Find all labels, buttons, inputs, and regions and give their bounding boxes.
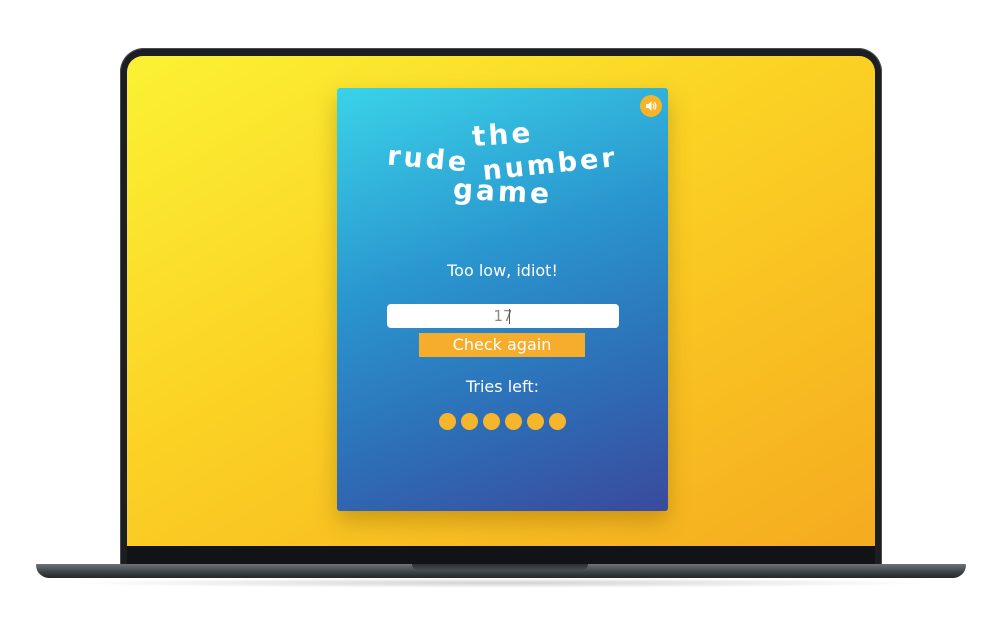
feedback-message: Too low, idiot!	[447, 261, 558, 280]
game-title-line-3: game	[337, 172, 668, 211]
try-dot	[483, 413, 500, 430]
try-dot	[527, 413, 544, 430]
sound-toggle-button[interactable]	[640, 95, 662, 117]
speaker-volume-icon	[645, 101, 656, 111]
try-dot	[505, 413, 522, 430]
game-title-line-1: the	[337, 116, 668, 153]
laptop-mockup: the rude number game Too low, idiot! Che…	[0, 0, 1000, 643]
title-word-game: game	[452, 172, 553, 211]
text-caret	[509, 309, 510, 324]
game-card: the rude number game Too low, idiot! Che…	[337, 88, 668, 511]
game-title-line-2: rude number	[337, 140, 668, 186]
tries-left-label: Tries left:	[465, 377, 539, 396]
try-dot	[439, 413, 456, 430]
tries-left-indicator	[337, 413, 668, 430]
laptop-base-notch	[412, 564, 588, 571]
try-dot	[461, 413, 478, 430]
guess-input[interactable]	[387, 304, 619, 328]
try-dot	[549, 413, 566, 430]
laptop-shadow	[60, 578, 940, 588]
screen-bottom-bezel	[127, 546, 875, 564]
check-again-button[interactable]: Check again	[419, 333, 585, 357]
